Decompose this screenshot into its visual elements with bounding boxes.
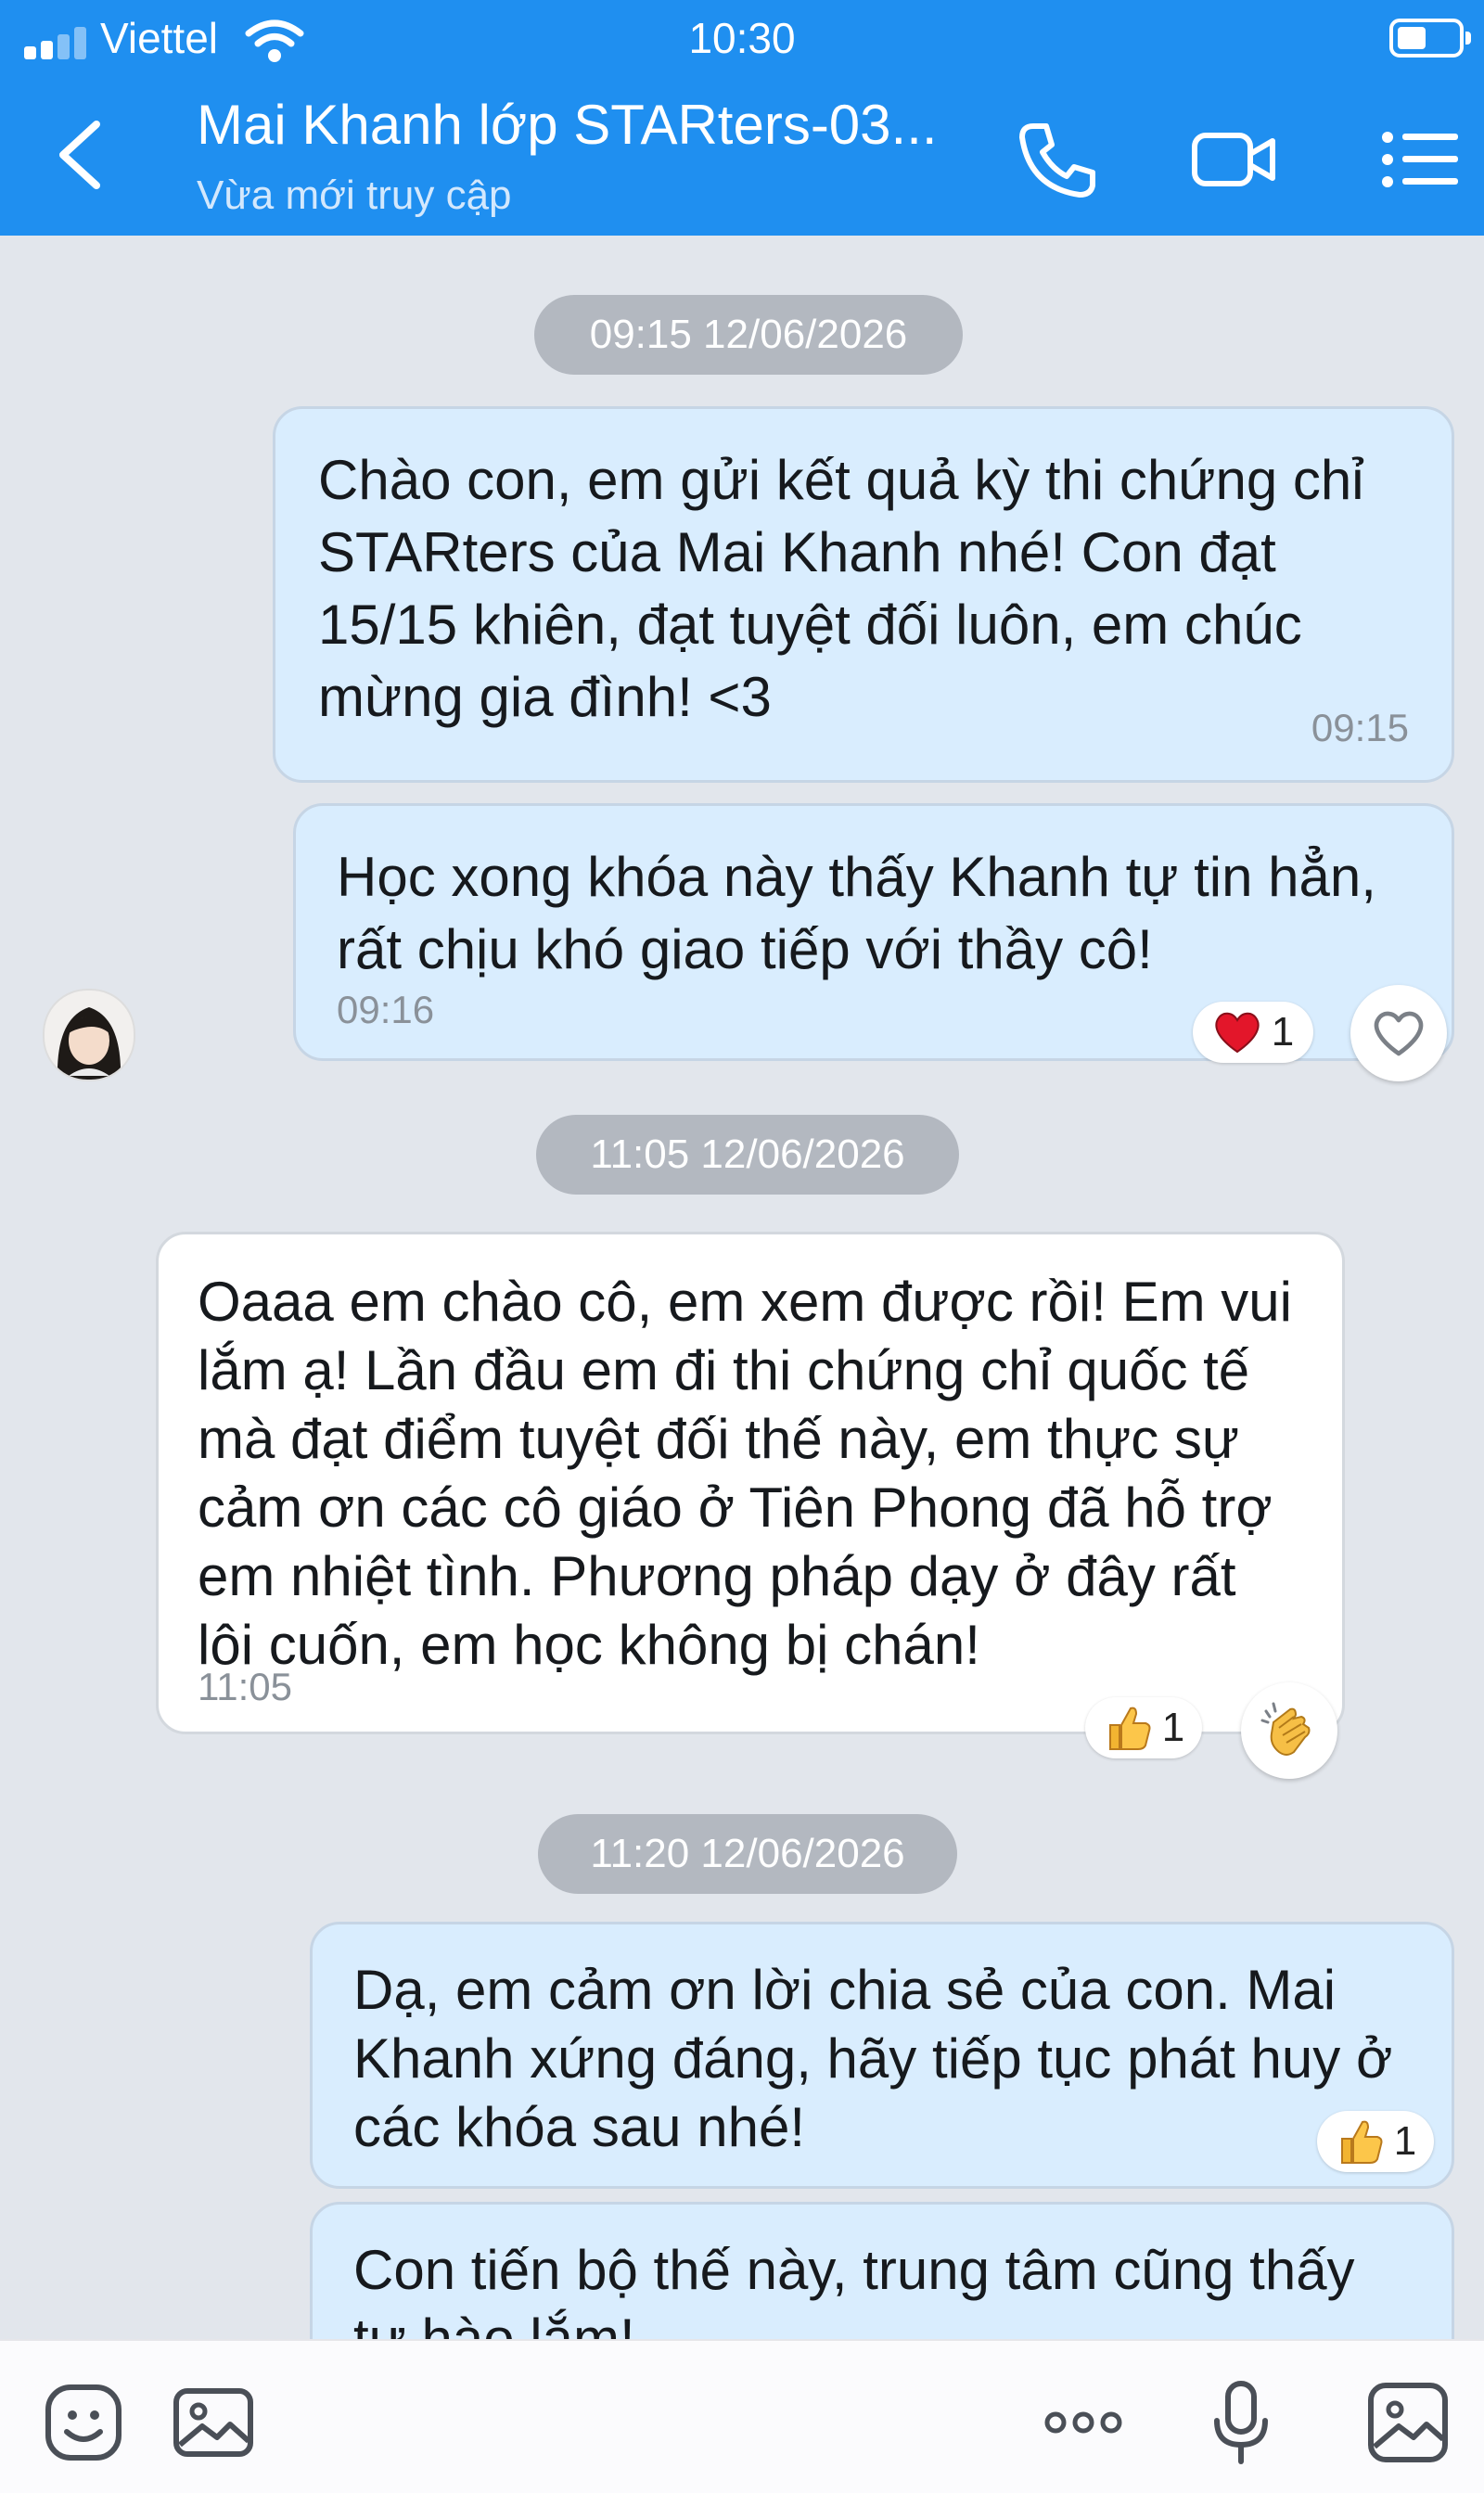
message-line: tự hào lắm! [353, 2308, 635, 2339]
react-button[interactable] [1350, 985, 1447, 1081]
message-line: Dạ, em cảm ơn lời chia sẻ của con. Mai [353, 1959, 1337, 2021]
back-chevron-icon[interactable] [48, 113, 113, 197]
message-line: Khanh xứng đáng, hãy tiếp tục phát huy ở [353, 2027, 1393, 2090]
message-line: mừng gia đình! <3 [318, 666, 772, 728]
avatar[interactable] [43, 989, 135, 1081]
heart-emoji-icon [1215, 1012, 1260, 1054]
chat-header: Mai Khanh lớp STARters-03... Vừa mới tru… [0, 76, 1484, 236]
chat-area[interactable]: 09:15 12/06/2026 Chào con, em gửi kết qu… [0, 236, 1484, 2339]
timestamp-divider: 11:20 12/06/2026 [538, 1814, 957, 1894]
heart-outline-icon [1374, 1011, 1424, 1056]
outgoing-message[interactable]: Con tiến bộ thế này, trung tâm cũng thấy… [310, 2202, 1454, 2339]
message-line: các khóa sau nhé! [353, 2096, 806, 2158]
reaction-count: 1 [1393, 2118, 1417, 2164]
message-line: rất chịu khó giao tiếp với thầy cô! [337, 918, 1153, 980]
phone-icon[interactable] [1011, 113, 1104, 206]
menu-list-icon[interactable] [1375, 113, 1467, 206]
thumbs-up-emoji-icon [1108, 1707, 1151, 1750]
clapping-hands-icon [1260, 1702, 1311, 1756]
reaction-badge[interactable]: 1 [1317, 2111, 1434, 2172]
message-time: 09:16 [337, 988, 435, 1031]
video-camera-icon[interactable] [1187, 113, 1280, 206]
react-button[interactable] [1241, 1682, 1337, 1779]
message-time: 11:05 [198, 1665, 292, 1708]
composer-toolbar [0, 2339, 1484, 2493]
gallery-icon[interactable] [1363, 2378, 1452, 2467]
message-line: Oaaa em chào cô, em xem được rồi! Em vui [198, 1271, 1292, 1333]
message-line: lôi cuốn, em học không bị chán! [198, 1614, 980, 1676]
reaction-count: 1 [1161, 1705, 1185, 1750]
reaction-badge[interactable]: 1 [1085, 1697, 1202, 1758]
message-line: 15/15 khiên, đạt tuyệt đối luôn, em chúc [318, 594, 1302, 656]
message-line: lắm ạ! Lần đầu em đi thi chứng chỉ quốc … [198, 1339, 1250, 1401]
last-seen-status: Vừa mới truy cập [197, 173, 512, 218]
image-icon[interactable] [169, 2378, 258, 2467]
outgoing-message[interactable]: Chào con, em gửi kết quả kỳ thi chứng ch… [273, 406, 1454, 783]
timestamp-divider: 11:05 12/06/2026 [536, 1115, 959, 1195]
message-time: 09:15 [1311, 706, 1409, 749]
status-bar: Viettel 10:30 [0, 0, 1484, 76]
timestamp-divider: 09:15 12/06/2026 [534, 295, 963, 375]
contact-name[interactable]: Mai Khanh lớp STARters-03... [197, 93, 994, 157]
reaction-badge[interactable]: 1 [1193, 1002, 1313, 1063]
status-time: 10:30 [688, 14, 796, 62]
message-line: Chào con, em gửi kết quả kỳ thi chứng ch… [318, 449, 1364, 511]
message-line: STARters của Mai Khanh nhé! Con đạt [318, 521, 1276, 583]
battery-icon [1389, 19, 1471, 58]
outgoing-message[interactable]: Dạ, em cảm ơn lời chia sẻ của con. Mai K… [310, 1922, 1454, 2189]
microphone-icon[interactable] [1196, 2378, 1286, 2467]
message-line: Học xong khóa này thấy Khanh tự tin hẳn, [337, 846, 1376, 908]
sticker-icon[interactable] [39, 2378, 128, 2467]
more-options-icon[interactable] [1039, 2378, 1128, 2467]
reaction-count: 1 [1271, 1009, 1295, 1055]
message-line: mà đạt điểm tuyệt đối thế này, em thực s… [198, 1408, 1240, 1470]
message-line: cảm ơn các cô giáo ở Tiên Phong đã hỗ tr… [198, 1477, 1273, 1539]
incoming-message[interactable]: Oaaa em chào cô, em xem được rồi! Em vui… [156, 1232, 1345, 1734]
message-line: Con tiến bộ thế này, trung tâm cũng thấy [353, 2239, 1355, 2301]
message-line: em nhiệt tình. Phương pháp dạy ở đây rất [198, 1545, 1236, 1607]
thumbs-up-emoji-icon [1340, 2120, 1383, 2164]
